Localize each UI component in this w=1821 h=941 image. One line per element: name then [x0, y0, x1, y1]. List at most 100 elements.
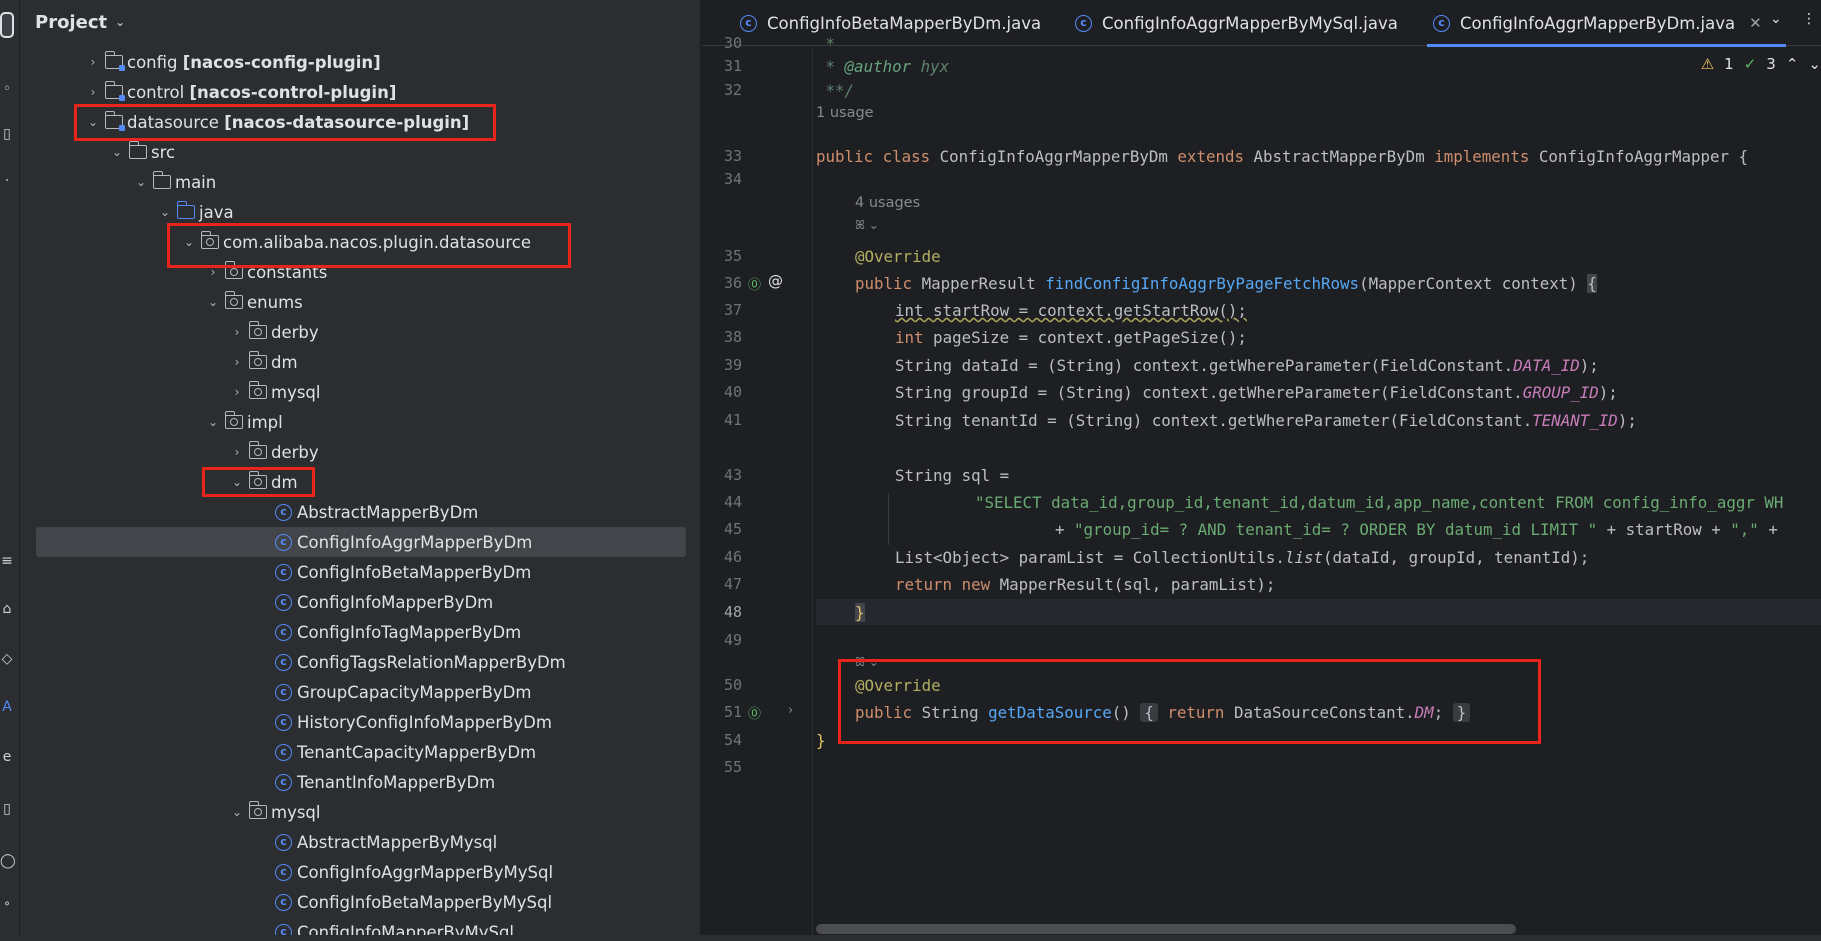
at-annotation-icon[interactable]: @	[768, 272, 783, 290]
tree-item-class[interactable]: c ConfigInfoBetaMapperByDm	[20, 557, 685, 587]
module-folder-icon	[105, 51, 125, 71]
more-tools-icon[interactable]: ·	[0, 172, 14, 190]
code-line-30: *	[816, 34, 836, 53]
tree-item-class[interactable]: c TenantCapacityMapperByDm	[20, 737, 685, 767]
chevron-down-icon[interactable]: ⌄	[204, 295, 222, 309]
chevron-down-icon[interactable]: ⌄	[132, 175, 150, 189]
class-icon: c	[275, 893, 292, 911]
code-line-45: + "group_id= ? AND tenant_id= ? ORDER BY…	[1055, 520, 1778, 539]
class-icon: c	[1075, 14, 1092, 32]
tree-item-config[interactable]: › config [nacos-config-plugin]	[20, 47, 685, 77]
notifications-icon[interactable]: ◯	[0, 852, 16, 870]
ai-action-icon[interactable]: ꕤ ⌄	[855, 218, 879, 233]
module-name: [nacos-control-plugin]	[189, 82, 397, 102]
tree-item-class[interactable]: c ConfigInfoBetaMapperByMySql	[20, 887, 685, 917]
tree-item-main[interactable]: ⌄ main	[20, 167, 685, 197]
tree-item-label: ConfigInfoMapperByDm	[297, 592, 494, 612]
tree-item-class-selected[interactable]: c ConfigInfoAggrMapperByDm	[36, 527, 686, 557]
project-tool-icon[interactable]	[0, 12, 14, 38]
tree-item-src[interactable]: ⌄ src	[20, 137, 685, 167]
fold-expand-icon[interactable]: ›	[788, 703, 793, 718]
commit-tool-icon[interactable]: ◦	[0, 80, 14, 98]
chevron-right-icon[interactable]: ›	[228, 445, 246, 459]
line-number: 54	[723, 731, 742, 749]
class-icon: c	[275, 593, 292, 611]
ai-assistant-icon[interactable]: A	[0, 698, 14, 716]
tree-item-java[interactable]: ⌄ java	[20, 197, 685, 227]
list-icon[interactable]: ≡	[0, 552, 14, 570]
tree-item-impl-derby[interactable]: › derby	[20, 437, 685, 467]
tree-item-datasource[interactable]: ⌄ datasource [nacos-datasource-plugin]	[20, 107, 685, 137]
chevron-right-icon[interactable]: ›	[84, 85, 102, 99]
tab-config-info-beta-mapper-by-dm[interactable]: c ConfigInfoBetaMapperByDm.java	[740, 0, 1041, 46]
project-title: Project	[35, 11, 108, 33]
chevron-down-icon[interactable]: ⌄	[108, 145, 126, 159]
version-control-icon[interactable]: ᐤ	[0, 898, 14, 916]
code-line-39: String dataId = (String) context.getWher…	[895, 356, 1599, 375]
tree-item-package-datasource[interactable]: ⌄ com.alibaba.nacos.plugin.datasource	[20, 227, 685, 257]
tree-item-class[interactable]: c ConfigInfoTagMapperByDm	[20, 617, 685, 647]
tree-item-class[interactable]: c ConfigInfoMapperByDm	[20, 587, 685, 617]
tree-item-class[interactable]: c AbstractMapperByDm	[20, 497, 685, 527]
horizontal-scrollbar[interactable]	[816, 924, 1516, 934]
tree-item-impl-dm[interactable]: ⌄ dm	[20, 467, 685, 497]
line-number: 34	[723, 170, 742, 188]
ai-action-icon[interactable]: ꕤ ⌄	[855, 655, 879, 670]
tree-item-enums-derby[interactable]: › derby	[20, 317, 685, 347]
tree-item-control[interactable]: › control [nacos-control-plugin]	[20, 77, 685, 107]
package-icon	[249, 321, 267, 339]
tree-item-label: mysql	[271, 802, 321, 822]
class-icon: c	[275, 683, 292, 701]
structure-tool-icon[interactable]: ▯	[0, 125, 14, 143]
tree-item-enums-dm[interactable]: › dm	[20, 347, 685, 377]
tree-item-class[interactable]: c ConfigInfoAggrMapperByMySql	[20, 857, 685, 887]
chevron-right-icon[interactable]: ›	[228, 385, 246, 399]
class-icon: c	[275, 533, 292, 551]
code-line-31: * @author hyx	[816, 57, 950, 76]
chevron-down-icon[interactable]: ⌄	[228, 805, 246, 819]
services-icon[interactable]: ⌂	[0, 600, 14, 618]
code-area[interactable]: * * @author hyx **/ 1 usage public class…	[816, 34, 1821, 941]
tree-item-enums[interactable]: ⌄ enums	[20, 287, 685, 317]
tree-item-impl[interactable]: ⌄ impl	[20, 407, 685, 437]
class-icon: c	[275, 653, 292, 671]
package-icon	[249, 441, 267, 459]
usages-hint[interactable]: 4 usages	[855, 195, 920, 211]
more-options-icon[interactable]: ⋮	[1802, 11, 1816, 27]
tree-item-class[interactable]: c AbstractMapperByMysql	[20, 827, 685, 857]
class-icon: c	[275, 503, 292, 521]
problems-icon[interactable]: ▯	[0, 800, 14, 818]
tree-item-class[interactable]: c TenantInfoMapperByDm	[20, 767, 685, 797]
chevron-right-icon[interactable]: ›	[228, 355, 246, 369]
tree-item-label: datasource	[127, 112, 219, 132]
chevron-right-icon[interactable]: ›	[84, 55, 102, 69]
git-icon[interactable]: ◇	[0, 650, 14, 668]
code-line-36: public MapperResult findConfigInfoAggrBy…	[855, 274, 1597, 293]
tree-item-enums-mysql[interactable]: › mysql	[20, 377, 685, 407]
tab-config-info-aggr-mapper-by-dm[interactable]: c ConfigInfoAggrMapperByDm.java ✕	[1427, 0, 1786, 47]
tree-item-class[interactable]: c GroupCapacityMapperByDm	[20, 677, 685, 707]
chevron-down-icon[interactable]: ⌄	[156, 205, 174, 219]
chevron-down-icon[interactable]: ⌄	[204, 415, 222, 429]
terminal-icon[interactable]: e	[0, 748, 14, 766]
chevron-right-icon[interactable]: ›	[204, 265, 222, 279]
chevron-down-icon[interactable]: ⌄	[84, 115, 102, 129]
chevron-down-icon[interactable]: ⌄	[228, 475, 246, 489]
chevron-right-icon[interactable]: ›	[228, 325, 246, 339]
implementing-method-icon[interactable]: ⓪	[748, 703, 761, 722]
chevron-down-icon[interactable]: ⌄	[1770, 11, 1782, 27]
line-number: 33	[723, 147, 742, 165]
chevron-down-icon[interactable]: ⌄	[115, 15, 125, 29]
implementing-method-icon[interactable]: ⓪	[748, 274, 761, 293]
usage-hint[interactable]: 1 usage	[816, 105, 874, 121]
tab-config-info-aggr-mapper-by-mysql[interactable]: c ConfigInfoAggrMapperByMySql.java	[1075, 0, 1398, 46]
tree-item-constants[interactable]: › constants	[20, 257, 685, 287]
tree-item-class[interactable]: c ConfigTagsRelationMapperByDm	[20, 647, 685, 677]
tree-item-impl-mysql[interactable]: ⌄ mysql	[20, 797, 685, 827]
class-icon: c	[275, 563, 292, 581]
tree-item-class[interactable]: c HistoryConfigInfoMapperByDm	[20, 707, 685, 737]
close-icon[interactable]: ✕	[1749, 14, 1762, 32]
chevron-down-icon[interactable]: ⌄	[180, 235, 198, 249]
project-header[interactable]: Project ⌄	[20, 0, 700, 44]
line-number: 46	[723, 548, 742, 566]
